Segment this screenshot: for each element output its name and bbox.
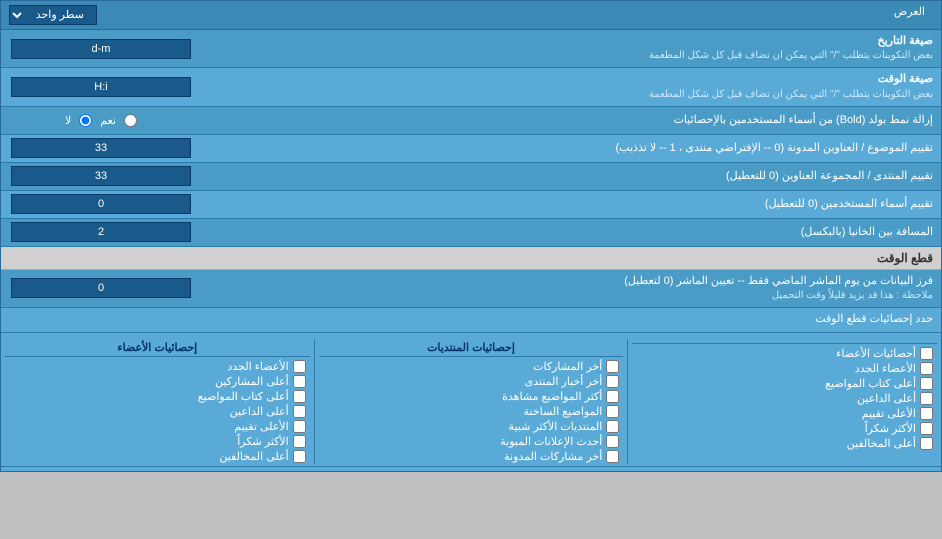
stats-col-2-header: إحصائيات المنتديات (319, 339, 624, 357)
list-item: أخر المشاركات (319, 359, 624, 374)
stats-checkbox-3-2[interactable] (293, 390, 306, 403)
list-item: أعلى كتاب المواضيع (632, 376, 937, 391)
bold-remove-input-cell: نعم لا (1, 111, 201, 130)
list-item: أعلى كتاب المواضيع (5, 389, 310, 404)
bold-yes-radio[interactable] (124, 114, 137, 127)
cut-time-label: فرز البيانات من يوم الماشر الماضي فقط --… (201, 270, 941, 307)
cut-time-input-cell (1, 275, 201, 301)
stats-checkbox-2-5[interactable] (606, 435, 619, 448)
stats-checkbox-3-5[interactable] (293, 435, 306, 448)
forum-order-label: تقييم المنتدى / المجموعة العناوين (0 للت… (201, 165, 941, 188)
stats-checkbox-3-1[interactable] (293, 375, 306, 388)
stats-col-1-header (632, 339, 937, 344)
topics-order-input[interactable] (11, 138, 191, 158)
list-item: الأكثر شكراً (5, 434, 310, 449)
list-item: الأعلى تقييم (5, 419, 310, 434)
stats-col-1: أحصائيات الأعضاء الأعضاء الجدد أعلى كتاب… (628, 339, 941, 464)
stats-checkbox-2-0[interactable] (606, 360, 619, 373)
gap-input-cell (1, 219, 201, 245)
list-item: أحدث الإعلانات المبوبة (319, 434, 624, 449)
bold-no-label: لا (65, 114, 71, 127)
stats-limit-empty (1, 317, 201, 323)
stats-checkbox-2-6[interactable] (606, 450, 619, 463)
stats-checkbox-3-4[interactable] (293, 420, 306, 433)
date-format-input[interactable] (11, 39, 191, 59)
users-order-label: تقييم أسماء المستخدمين (0 للتعطيل) (201, 193, 941, 216)
forum-order-input-cell (1, 163, 201, 189)
stats-checkbox-1-3[interactable] (920, 392, 933, 405)
list-item: أعلى المخالفين (5, 449, 310, 464)
stats-limit-label: حدد إحصائيات قطع الوقت (201, 308, 941, 331)
gap-input[interactable] (11, 222, 191, 242)
stats-checkbox-2-2[interactable] (606, 390, 619, 403)
date-format-label: صيغة التاريخ بعض التكوينات يتطلب "/" الت… (201, 30, 941, 67)
date-format-input-cell (1, 36, 201, 62)
list-item: المواضيع الساخنة (319, 404, 624, 419)
stats-checkbox-3-0[interactable] (293, 360, 306, 373)
col-divider-2 (314, 339, 315, 464)
list-item: الأعلى تقييم (632, 406, 937, 421)
cut-section-header: قطع الوقت (1, 247, 941, 270)
list-item: المنتديات الأكثر شبية (319, 419, 624, 434)
list-item: أعلى الداعين (632, 391, 937, 406)
list-item: أحصائيات الأعضاء (632, 346, 937, 361)
forum-order-input[interactable] (11, 166, 191, 186)
users-order-input[interactable] (11, 194, 191, 214)
list-item: الأعضاء الجدد (632, 361, 937, 376)
stats-grid-section: أحصائيات الأعضاء الأعضاء الجدد أعلى كتاب… (1, 333, 941, 471)
list-item: الأعضاء الجدد (5, 359, 310, 374)
stats-col-3-header: إحصائيات الأعضاء (5, 339, 310, 357)
cut-time-input[interactable] (11, 278, 191, 298)
stats-checkbox-2-3[interactable] (606, 405, 619, 418)
topics-order-input-cell (1, 135, 201, 161)
time-format-input[interactable] (11, 77, 191, 97)
col-divider-1 (627, 339, 628, 464)
list-item: أكثر المواضيع مشاهدة (319, 389, 624, 404)
list-item: أعلى الداعين (5, 404, 310, 419)
list-item: أخر مشاركات المدونة (319, 449, 624, 464)
bold-yes-label: نعم (100, 114, 116, 127)
stats-checkbox-3-6[interactable] (293, 450, 306, 463)
stats-checkbox-1-6[interactable] (920, 437, 933, 450)
list-item: أخر أخبار المنتدى (319, 374, 624, 389)
rows-select[interactable]: سطر واحدسطرينثلاثة أسطر (9, 5, 97, 25)
stats-checkbox-1-1[interactable] (920, 362, 933, 375)
bold-remove-label: إزالة نمط بولد (Bold) من أسماء المستخدمي… (201, 109, 941, 132)
stats-checkbox-3-3[interactable] (293, 405, 306, 418)
stats-col-3: إحصائيات الأعضاء الأعضاء الجدد أعلى المش… (1, 339, 314, 464)
stats-checkbox-1-0[interactable] (920, 347, 933, 360)
list-item: الأكثر شكراً (632, 421, 937, 436)
stats-checkbox-2-1[interactable] (606, 375, 619, 388)
bold-no-radio[interactable] (79, 114, 92, 127)
stats-checkbox-1-5[interactable] (920, 422, 933, 435)
topics-order-label: تقييم الموضوع / العناوين المدونة (0 -- ا… (201, 137, 941, 160)
field-label: العرض (97, 5, 933, 25)
gap-label: المسافة بين الخانيا (بالبكسل) (201, 221, 941, 244)
stats-checkbox-1-2[interactable] (920, 377, 933, 390)
list-item: أعلى المخالفين (632, 436, 937, 451)
stats-checkbox-1-4[interactable] (920, 407, 933, 420)
stats-col-2: إحصائيات المنتديات أخر المشاركات أخر أخب… (315, 339, 628, 464)
time-format-input-cell (1, 74, 201, 100)
time-format-label: صيغة الوقت بعض التكوينات يتطلب "/" التي … (201, 68, 941, 105)
stats-checkbox-2-4[interactable] (606, 420, 619, 433)
list-item: أعلى المشاركين (5, 374, 310, 389)
users-order-input-cell (1, 191, 201, 217)
